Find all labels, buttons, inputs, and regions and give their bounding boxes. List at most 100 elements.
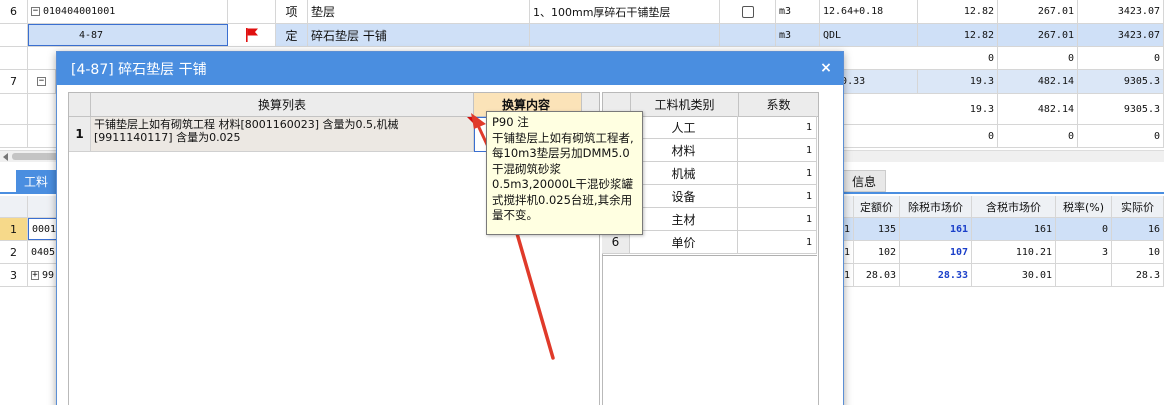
item-expr: 12.64+0.18 <box>820 0 918 23</box>
cell-tax-rate: 3 <box>1056 241 1112 263</box>
item-total: 0 <box>1078 47 1164 69</box>
item-price: 267.01 <box>998 24 1078 46</box>
coefficient-cell[interactable]: 1 <box>738 208 817 231</box>
item-type: 定 <box>276 24 308 46</box>
item-qty: 12.82 <box>918 24 998 46</box>
coefficient-cell[interactable]: 1 <box>738 185 817 208</box>
item-name: 垫层 <box>308 0 530 23</box>
cell-ex-tax-price[interactable]: 107 <box>900 241 972 263</box>
checkbox[interactable] <box>741 5 754 18</box>
row-number <box>0 125 28 147</box>
collapse-icon[interactable]: − <box>37 77 46 86</box>
item-unit: m3 <box>776 24 820 46</box>
header-coefficient[interactable]: 系数 <box>739 93 818 117</box>
cell-fixed-price: 102 <box>854 241 900 263</box>
row-number: 1 <box>0 218 28 240</box>
expand-icon[interactable]: + <box>31 270 39 280</box>
material-code: 0405 <box>28 241 58 263</box>
red-flag-icon[interactable] <box>244 27 260 43</box>
code-cell: 4-87 <box>28 24 228 46</box>
header-inc-tax-price[interactable]: 含税市场价 <box>972 196 1056 217</box>
item-total: 3423.07 <box>1078 24 1164 46</box>
coefficient-cell[interactable]: 1 <box>738 116 817 139</box>
header-category[interactable]: 工料机类别 <box>631 93 739 117</box>
collapse-icon[interactable]: − <box>31 7 40 16</box>
checkbox-cell <box>720 24 776 46</box>
cell-actual-price: 10 <box>1112 241 1164 263</box>
header-ex-tax-price[interactable]: 除税市场价 <box>900 196 972 217</box>
tab-info[interactable]: 信息 <box>842 170 886 192</box>
category-cell: 主材 <box>630 208 738 231</box>
item-total: 3423.07 <box>1078 0 1164 23</box>
row-number: 6 <box>0 0 28 23</box>
item-code: 010404001001 <box>43 6 116 17</box>
close-icon[interactable]: × <box>817 59 835 77</box>
table-row[interactable]: 6 − 010404001001 项 垫层 1、100mm厚碎石干铺垫层 m3 … <box>0 0 1164 24</box>
row-number: 3 <box>0 264 28 286</box>
item-qty: 0 <box>918 125 998 147</box>
cell-tax-rate: 0 <box>1056 218 1112 240</box>
item-expr: QDL <box>820 24 918 46</box>
tooltip-text: 干铺垫层上如有砌筑工程者,每10m3垫层另加DMM5.0干混砌筑砂浆0.5m3,… <box>492 130 634 223</box>
app-window: 6 − 010404001001 项 垫层 1、100mm厚碎石干铺垫层 m3 … <box>0 0 1164 405</box>
row-number <box>0 24 28 46</box>
material-code: 99 <box>41 269 54 281</box>
item-code: 4-87 <box>79 29 104 41</box>
item-qty: 0 <box>918 47 998 69</box>
cell-a: 1 <box>844 218 854 240</box>
comment-marker-icon <box>467 117 477 127</box>
item-price: 482.14 <box>998 94 1078 124</box>
cell-ex-tax-price[interactable]: 28.33 <box>900 264 972 286</box>
header-cell <box>28 196 58 217</box>
cell-inc-tax-price: 110.21 <box>972 241 1056 263</box>
row-number <box>0 47 28 69</box>
item-qty: 19.3 <box>918 70 998 93</box>
tooltip-title: P90 注 <box>492 115 529 129</box>
cell-fixed-price: 135 <box>854 218 900 240</box>
conversion-item-text[interactable]: 干铺垫层上如有砌筑工程 材料[8001160023] 含量为0.5,机械[991… <box>91 117 474 152</box>
dialog-title: [4-87] 碎石垫层 干铺 <box>71 61 207 78</box>
code-cell: − 010404001001 <box>28 0 228 23</box>
header-actual-price[interactable]: 实际价 <box>1112 196 1164 217</box>
item-unit: m3 <box>776 0 820 23</box>
row-number <box>0 94 28 124</box>
item-price: 482.14 <box>998 70 1078 93</box>
header-cell <box>844 196 854 217</box>
note-tooltip: P90 注 干铺垫层上如有砌筑工程者,每10m3垫层另加DMM5.0干混砌筑砂浆… <box>486 111 643 235</box>
item-total: 9305.3 <box>1078 70 1164 93</box>
cell-fixed-price: 28.03 <box>854 264 900 286</box>
item-price: 267.01 <box>998 0 1078 23</box>
cell-actual-price: 16 <box>1112 218 1164 240</box>
material-code[interactable]: 00011 <box>28 218 58 240</box>
flag-cell <box>228 0 276 23</box>
header-fixed-price[interactable]: 定额价 <box>854 196 900 217</box>
scroll-left-icon[interactable] <box>3 153 8 161</box>
item-total: 9305.3 <box>1078 94 1164 124</box>
item-total: 0 <box>1078 125 1164 147</box>
category-cell: 单价 <box>630 231 738 254</box>
cell-actual-price: 28.3 <box>1112 264 1164 286</box>
item-price: 0 <box>998 47 1078 69</box>
cell-inc-tax-price: 30.01 <box>972 264 1056 286</box>
flag-cell <box>228 24 276 46</box>
coefficient-cell[interactable]: 1 <box>738 162 817 185</box>
header-conversion-list[interactable]: 换算列表 <box>91 93 474 117</box>
coefficient-cell[interactable]: 1 <box>738 231 817 254</box>
row-number: 2 <box>0 241 28 263</box>
cell-a: 1 <box>844 241 854 263</box>
cell-ex-tax-price[interactable]: 161 <box>900 218 972 240</box>
item-qty: 12.82 <box>918 0 998 23</box>
checkbox-cell <box>720 0 776 23</box>
row-number: 1 <box>69 117 91 152</box>
category-cell: 材料 <box>630 139 738 162</box>
cell-inc-tax-price: 161 <box>972 218 1056 240</box>
dialog-titlebar[interactable]: [4-87] 碎石垫层 干铺 × <box>57 52 843 85</box>
item-feature: 1、100mm厚碎石干铺垫层 <box>530 0 720 23</box>
header-tax-rate[interactable]: 税率(%) <box>1056 196 1112 217</box>
tab-materials[interactable]: 工料 <box>16 170 56 192</box>
table-row-selected[interactable]: 4-87 定 碎石垫层 干铺 m3 QDL 12.82 267.01 3423.… <box>0 24 1164 47</box>
coefficient-cell[interactable]: 1 <box>738 139 817 162</box>
code-cell: + 99 <box>28 264 58 286</box>
cell-tax-rate <box>1056 264 1112 286</box>
category-cell: 机械 <box>630 162 738 185</box>
